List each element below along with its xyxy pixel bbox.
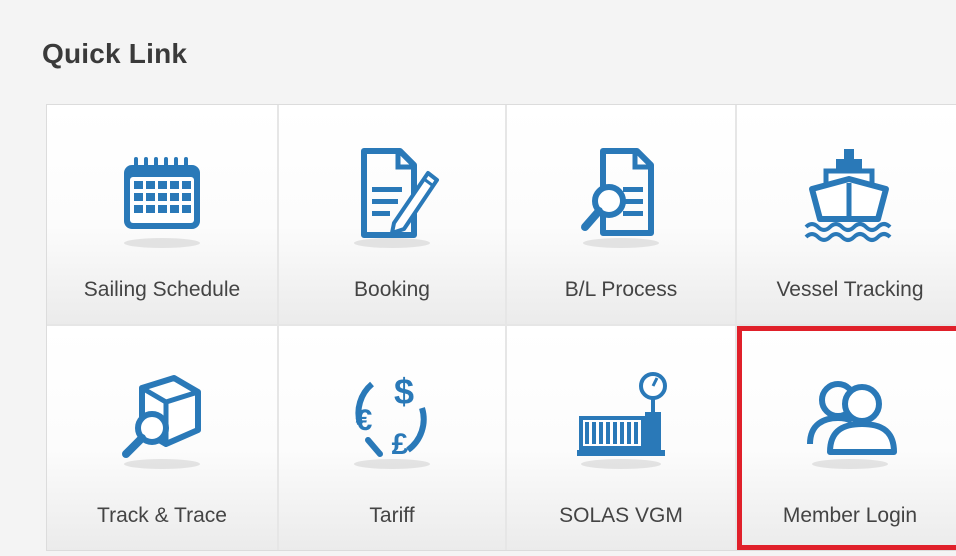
container-scale-icon (571, 364, 671, 474)
panel-title: Quick Link (42, 38, 188, 69)
svg-text:£: £ (392, 428, 409, 461)
tile-tariff[interactable]: $ € £ Tariff (279, 326, 505, 550)
tile-booking[interactable]: Booking (279, 105, 505, 324)
tile-bl-process[interactable]: B/L Process (507, 105, 735, 324)
tile-track-and-trace[interactable]: Track & Trace (47, 326, 277, 550)
tile-label: Vessel Tracking (776, 278, 924, 301)
svg-text:€: € (356, 404, 373, 437)
svg-text:$: $ (394, 371, 414, 412)
tile-label: Tariff (369, 504, 415, 527)
tile-label: Booking (354, 278, 430, 301)
tile-label: Member Login (782, 504, 918, 527)
tile-member-login[interactable]: Member Login (737, 326, 956, 550)
tile-label: Track & Trace (97, 504, 227, 527)
calendar-icon (112, 143, 212, 253)
quick-link-grid: Sailing Schedule Booking B/L Process Ves… (46, 104, 956, 551)
tile-solas-vgm[interactable]: SOLAS VGM (507, 326, 735, 550)
quick-link-panel: Quick Link Sailing Schedule Booking B/L … (0, 0, 956, 556)
users-icon (800, 364, 900, 474)
document-magnifier-icon (571, 143, 671, 253)
tile-label: Sailing Schedule (83, 278, 241, 301)
currency-exchange-icon: $ € £ (342, 364, 442, 474)
tile-sailing-schedule[interactable]: Sailing Schedule (47, 105, 277, 324)
document-pencil-icon (342, 143, 442, 253)
ship-icon (800, 143, 900, 253)
box-magnifier-icon (112, 364, 212, 474)
tile-label: B/L Process (564, 278, 678, 301)
tile-vessel-tracking[interactable]: Vessel Tracking (737, 105, 956, 324)
tile-label: SOLAS VGM (559, 504, 683, 527)
